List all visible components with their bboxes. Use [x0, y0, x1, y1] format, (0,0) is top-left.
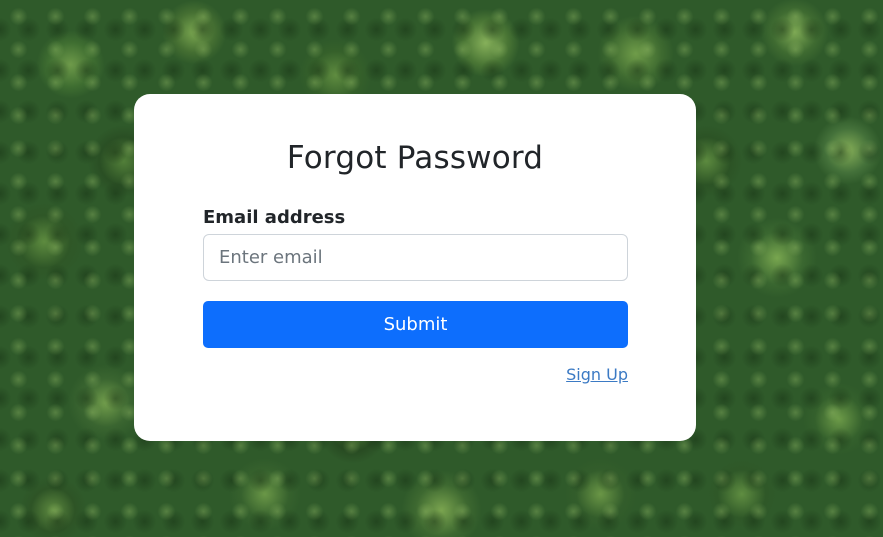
email-input[interactable]	[203, 234, 628, 281]
submit-button[interactable]: Submit	[203, 301, 628, 348]
page-title: Forgot Password	[286, 140, 544, 176]
email-label: Email address	[203, 207, 346, 228]
sign-up-link[interactable]: Sign Up	[540, 365, 628, 384]
